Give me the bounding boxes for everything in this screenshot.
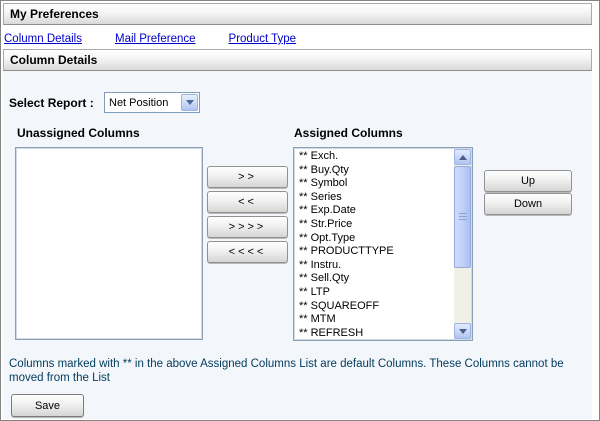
section-title: Column Details — [10, 53, 97, 67]
assigned-columns-label: Assigned Columns — [294, 126, 403, 140]
list-item[interactable]: ** SQUAREOFF — [296, 300, 453, 314]
report-select[interactable]: Net Position — [104, 92, 200, 113]
nav-link[interactable]: Column Details — [4, 33, 82, 45]
scrollbar-track[interactable] — [454, 165, 471, 323]
preferences-nav: Column Details Mail Preference Product T… — [4, 30, 329, 48]
unassigned-columns-list — [18, 150, 200, 337]
thumb-grip-icon — [459, 213, 467, 221]
scroll-down-icon[interactable] — [454, 323, 471, 339]
scroll-up-icon[interactable] — [454, 149, 471, 165]
list-item[interactable]: ** Str.Price — [296, 218, 453, 232]
move-right-button[interactable]: >> — [207, 166, 288, 188]
move-all-right-button[interactable]: >>>> — [207, 216, 288, 238]
select-report-label: Select Report : — [9, 96, 94, 110]
nav-link[interactable]: Product Type — [229, 33, 297, 45]
list-item[interactable]: ** Exch. — [296, 150, 453, 164]
list-item[interactable]: ** PRODUCTTYPE — [296, 245, 453, 259]
nav-link[interactable]: Mail Preference — [115, 33, 196, 45]
down-button[interactable]: Down — [484, 193, 572, 215]
list-item[interactable]: ** Instru. — [296, 259, 453, 273]
page-title-bar: My Preferences — [3, 3, 592, 25]
preferences-page: My Preferences Column Details Mail Prefe… — [0, 0, 600, 421]
save-button[interactable]: Save — [11, 394, 84, 417]
unassigned-columns-listbox[interactable] — [15, 147, 203, 340]
list-item[interactable]: ** Opt.Type — [296, 232, 453, 246]
assigned-list-scrollbar[interactable] — [454, 149, 471, 339]
list-item[interactable]: ** Sell.Qty — [296, 272, 453, 286]
assigned-columns-list: ** Exch. ** Buy.Qty ** Symbol ** Series … — [296, 150, 453, 338]
list-item[interactable]: ** Exp.Date — [296, 204, 453, 218]
content-area: Select Report : Net Position Unassigned … — [3, 71, 592, 419]
list-item[interactable]: ** Series — [296, 191, 453, 205]
assigned-columns-listbox[interactable]: ** Exch. ** Buy.Qty ** Symbol ** Series … — [293, 147, 473, 341]
unassigned-columns-label: Unassigned Columns — [17, 126, 140, 140]
scrollbar-thumb[interactable] — [454, 166, 471, 268]
chevron-down-icon[interactable] — [181, 94, 198, 111]
list-item[interactable]: ** Symbol — [296, 177, 453, 191]
move-left-button[interactable]: << — [207, 191, 288, 213]
list-item[interactable]: ** REFRESH — [296, 327, 453, 338]
up-button[interactable]: Up — [484, 170, 572, 192]
list-item[interactable]: ** Buy.Qty — [296, 164, 453, 178]
list-item[interactable]: ** MTM — [296, 313, 453, 327]
list-item[interactable]: ** LTP — [296, 286, 453, 300]
section-title-bar: Column Details — [3, 49, 592, 71]
move-all-left-button[interactable]: <<<< — [207, 241, 288, 263]
report-select-value: Net Position — [105, 97, 181, 109]
page-title: My Preferences — [10, 7, 99, 21]
default-columns-note: Columns marked with ** in the above Assi… — [9, 357, 587, 385]
